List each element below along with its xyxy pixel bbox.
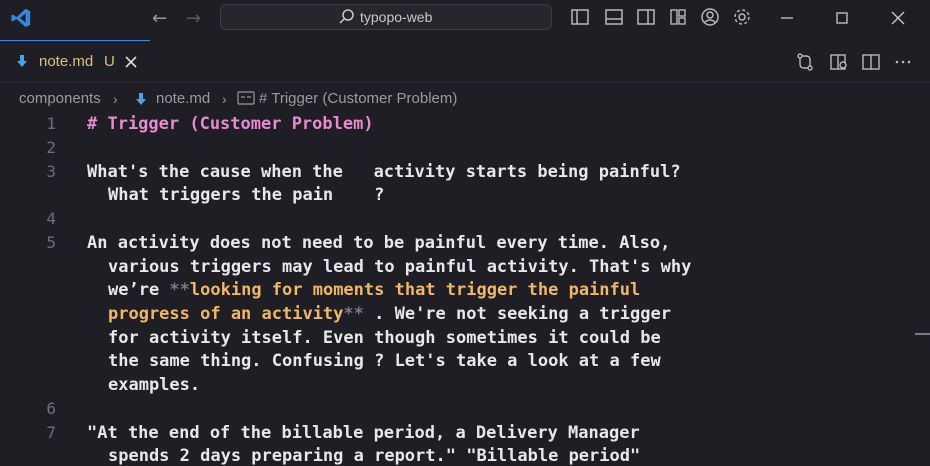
tab-note-md[interactable]: note.md U xyxy=(0,40,150,82)
vscode-logo-icon[interactable] xyxy=(10,7,32,29)
bold-text: progress of an activity xyxy=(108,304,344,324)
account-icon[interactable] xyxy=(700,7,720,27)
code-line[interactable]: for activity itself. Even though sometim… xyxy=(108,328,661,348)
toggle-secondary-sidebar-icon[interactable] xyxy=(636,7,656,27)
maximize-icon[interactable] xyxy=(830,6,854,30)
code-line[interactable]: we’re **looking for moments that trigger… xyxy=(108,280,640,300)
line-number: 5 xyxy=(46,233,56,252)
gear-icon[interactable] xyxy=(732,7,752,27)
heading-line[interactable]: # Trigger (Customer Problem) xyxy=(87,114,374,134)
code-text: we’re xyxy=(108,280,170,300)
breadcrumb: components › note.md › # Trigger (Custom… xyxy=(0,88,930,110)
code-line[interactable]: various triggers may lead to painful act… xyxy=(108,257,691,277)
line-number: 6 xyxy=(46,399,56,418)
chevron-right-icon: › xyxy=(113,91,118,107)
open-preview-icon[interactable] xyxy=(829,52,849,72)
breadcrumb-file[interactable]: note.md xyxy=(156,90,210,107)
command-center-search[interactable]: typopo-web xyxy=(220,4,552,30)
editor[interactable]: 1 # Trigger (Customer Problem) 2 3 What'… xyxy=(0,111,930,466)
line-number: 7 xyxy=(46,423,56,442)
toggle-panel-icon[interactable] xyxy=(604,7,624,27)
back-arrow-icon[interactable]: ← xyxy=(152,8,167,29)
customize-layout-icon[interactable] xyxy=(668,7,688,27)
code-text: . We're not seeking a trigger xyxy=(363,304,671,324)
markdown-file-icon xyxy=(17,55,27,67)
tab-label: note.md xyxy=(39,53,94,70)
breadcrumb-symbol[interactable]: # Trigger (Customer Problem) xyxy=(259,90,457,107)
forward-arrow-icon[interactable]: → xyxy=(186,8,201,29)
code-line[interactable]: the same thing. Confusing ? Let's take a… xyxy=(108,351,661,371)
code-line[interactable]: An activity does not need to be painful … xyxy=(87,233,670,253)
bold-text: looking for moments that trigger the pai… xyxy=(189,280,641,300)
code-line[interactable]: spends 2 days preparing a report." "Bill… xyxy=(108,446,640,466)
code-line[interactable]: progress of an activity** . We're not se… xyxy=(108,304,671,324)
symbol-string-icon xyxy=(237,91,255,105)
split-editor-icon[interactable] xyxy=(861,52,881,72)
close-window-icon[interactable] xyxy=(886,6,910,30)
overview-ruler-marker xyxy=(915,333,930,335)
line-number: 4 xyxy=(46,209,56,228)
line-number: 1 xyxy=(46,114,56,133)
open-changes-icon[interactable] xyxy=(795,52,815,72)
tab-bar: note.md U xyxy=(0,40,930,83)
close-icon[interactable] xyxy=(124,55,138,69)
code-line[interactable]: examples. xyxy=(108,375,200,395)
more-actions-icon[interactable] xyxy=(893,52,913,72)
code-line[interactable]: What triggers the pain ? xyxy=(108,185,384,205)
code-line[interactable]: "At the end of the billable period, a De… xyxy=(87,423,640,443)
breadcrumb-folder[interactable]: components xyxy=(19,90,101,107)
minimize-icon[interactable] xyxy=(775,6,799,30)
untracked-badge: U xyxy=(104,53,115,70)
search-icon xyxy=(339,9,354,24)
title-bar: ← → typopo-web xyxy=(0,0,930,36)
toggle-primary-sidebar-icon[interactable] xyxy=(570,7,590,27)
bold-marker: ** xyxy=(169,280,190,300)
chevron-right-icon: › xyxy=(222,91,227,107)
line-number: 2 xyxy=(46,138,56,157)
markdown-file-icon xyxy=(136,93,146,105)
code-line[interactable]: What's the cause when the activity start… xyxy=(87,162,681,182)
search-text: typopo-web xyxy=(360,9,433,25)
line-number: 3 xyxy=(46,162,56,181)
bold-marker: ** xyxy=(343,304,364,324)
